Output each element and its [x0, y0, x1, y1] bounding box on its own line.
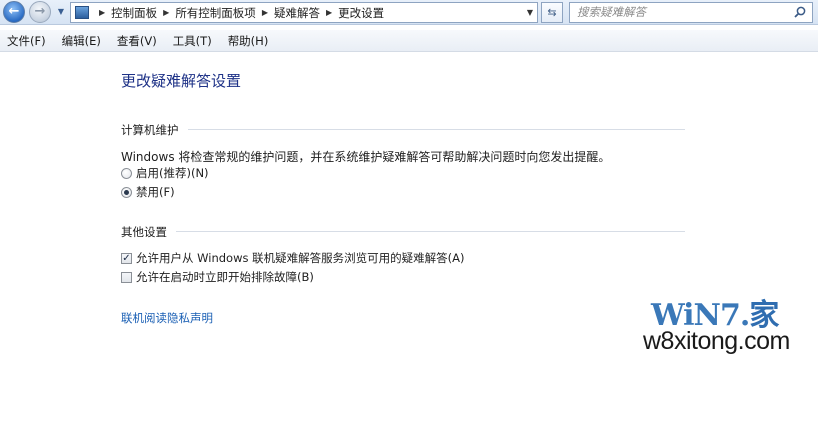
back-button[interactable]: ← — [3, 1, 25, 23]
privacy-statement-link[interactable]: 联机阅读隐私声明 — [121, 310, 213, 326]
page-title: 更改疑难解答设置 — [121, 72, 242, 90]
checkbox-start-immediately[interactable]: 允许在启动时立即开始排除故障(B) — [121, 269, 314, 285]
checkbox-allow-browse[interactable]: ✓ 允许用户从 Windows 联机疑难解答服务浏览可用的疑难解答(A) — [121, 250, 464, 266]
checkbox-unchecked[interactable] — [121, 271, 132, 283]
menu-file[interactable]: 文件(F) — [7, 33, 46, 49]
radio-button[interactable] — [121, 167, 132, 179]
search-input[interactable]: 搜索疑难解答 — [569, 2, 813, 23]
menu-edit[interactable]: 编辑(E) — [62, 33, 101, 49]
radio-disable[interactable]: 禁用(F) — [121, 184, 175, 200]
back-arrow-icon: ← — [8, 4, 20, 19]
chevron-right-icon[interactable]: ▶ — [326, 8, 332, 17]
recent-pages-dropdown[interactable]: ▼ — [55, 5, 67, 19]
section-divider — [188, 129, 685, 130]
menu-tools[interactable]: 工具(T) — [173, 33, 212, 49]
breadcrumb[interactable]: ▶ 控制面板 ▶ 所有控制面板项 ▶ 疑难解答 ▶ 更改设置 ▼ — [70, 2, 538, 23]
checkbox-start-immediately-label[interactable]: 允许在启动时立即开始排除故障(B) — [136, 269, 314, 285]
radio-enable-label[interactable]: 启用(推荐)(N) — [136, 165, 209, 181]
breadcrumb-troubleshooting[interactable]: 疑难解答 — [274, 5, 320, 21]
breadcrumb-change-settings[interactable]: 更改设置 — [338, 5, 384, 21]
radio-disable-label[interactable]: 禁用(F) — [136, 184, 175, 200]
chevron-right-icon[interactable]: ▶ — [99, 8, 105, 17]
checkbox-checked[interactable]: ✓ — [121, 252, 132, 264]
chevron-right-icon[interactable]: ▶ — [163, 8, 169, 17]
refresh-button[interactable]: ⇆ — [541, 2, 563, 23]
checkbox-allow-browse-label[interactable]: 允许用户从 Windows 联机疑难解答服务浏览可用的疑难解答(A) — [136, 250, 464, 266]
search-icon[interactable] — [794, 6, 806, 18]
search-placeholder: 搜索疑难解答 — [577, 5, 646, 19]
address-bar: ← → ▼ ▶ 控制面板 ▶ 所有控制面板项 ▶ 疑难解答 ▶ 更改设置 ▼ ⇆… — [0, 0, 818, 25]
control-panel-icon — [75, 6, 89, 19]
menu-bar: 文件(F) 编辑(E) 查看(V) 工具(T) 帮助(H) — [0, 30, 818, 52]
radio-button-selected[interactable] — [121, 186, 132, 198]
chevron-right-icon[interactable]: ▶ — [262, 8, 268, 17]
watermark-url: w8xitong.com — [643, 327, 790, 355]
chevron-down-icon[interactable]: ▼ — [527, 3, 533, 22]
refresh-icon: ⇆ — [547, 6, 557, 19]
menu-help[interactable]: 帮助(H) — [228, 33, 269, 49]
section-divider — [176, 231, 685, 232]
breadcrumb-control-panel[interactable]: 控制面板 — [111, 5, 157, 21]
maintenance-description: Windows 将检查常规的维护问题，并在系统维护疑难解答可帮助解决问题时向您发… — [121, 150, 611, 164]
breadcrumb-all-items[interactable]: 所有控制面板项 — [175, 5, 256, 21]
maintenance-heading: 计算机维护 — [121, 123, 179, 137]
forward-button[interactable]: → — [29, 1, 51, 23]
other-settings-heading: 其他设置 — [121, 225, 167, 239]
radio-enable[interactable]: 启用(推荐)(N) — [121, 165, 209, 181]
forward-arrow-icon: → — [34, 4, 46, 19]
main-content: 更改疑难解答设置 计算机维护 Windows 将检查常规的维护问题，并在系统维护… — [0, 52, 818, 421]
menu-view[interactable]: 查看(V) — [117, 33, 157, 49]
